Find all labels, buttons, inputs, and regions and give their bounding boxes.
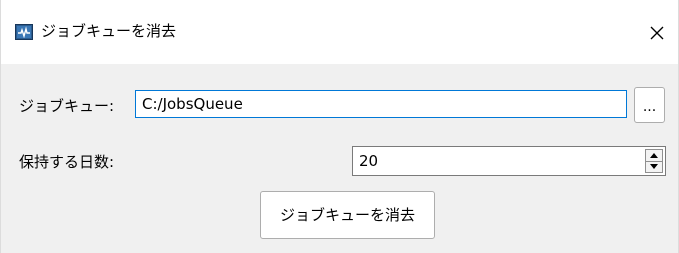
spin-arrows bbox=[645, 149, 663, 173]
queue-label: ジョブキュー: bbox=[19, 97, 115, 115]
close-button[interactable] bbox=[636, 16, 678, 50]
title-bar: ジョブキューを消去 bbox=[1, 0, 678, 64]
close-icon bbox=[650, 26, 664, 40]
queue-path-input[interactable]: C:/JobsQueue bbox=[135, 90, 627, 118]
days-value[interactable]: 20 bbox=[359, 147, 378, 175]
spin-up-icon bbox=[650, 152, 658, 158]
days-label: 保持する日数: bbox=[19, 153, 115, 171]
spin-down-icon bbox=[650, 164, 658, 170]
days-spinbox[interactable]: 20 bbox=[352, 146, 666, 176]
spin-up-button[interactable] bbox=[645, 149, 663, 162]
spin-down-button[interactable] bbox=[645, 161, 663, 173]
browse-button[interactable]: ... bbox=[634, 87, 665, 123]
clear-queue-button[interactable]: ジョブキューを消去 bbox=[260, 191, 435, 239]
app-window-icon bbox=[15, 24, 33, 40]
clear-job-queue-dialog: ジョブキューを消去 ジョブキュー: C:/JobsQueue ... 保持する日… bbox=[0, 0, 679, 253]
window-title: ジョブキューを消去 bbox=[41, 22, 177, 40]
